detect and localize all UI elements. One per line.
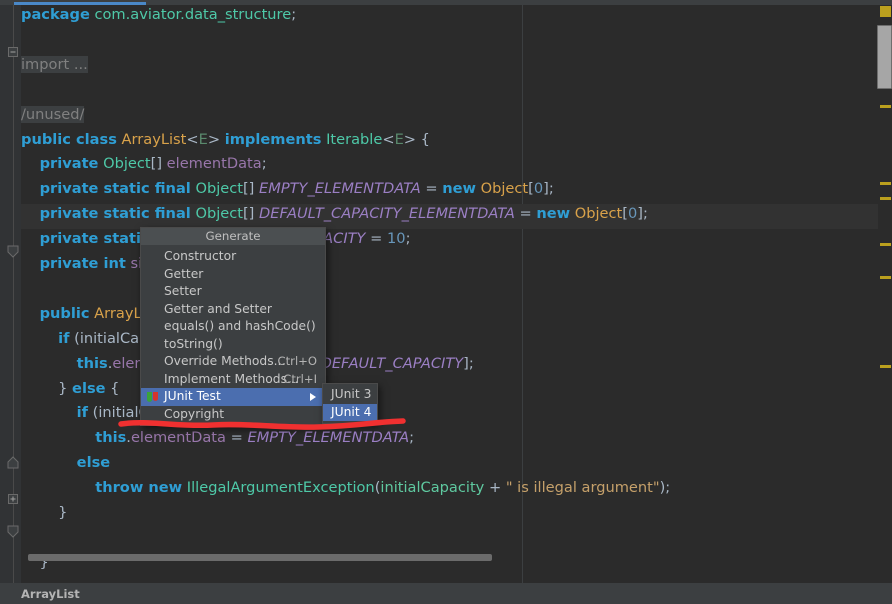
popup-menu-list: Constructor Getter Setter Getter and Setter… [141,245,325,425]
menu-item-junit-test[interactable]: JUnit Test [141,388,325,406]
junit-submenu-list: JUnit 3 JUnit 4 [323,386,377,421]
menu-item-tostring[interactable]: toString() [141,336,325,354]
code-line: public class ArrayList<E> implements Ite… [21,130,430,148]
stripe-warning-mark[interactable] [880,276,891,279]
chevron-right-icon [310,393,316,401]
junit-submenu[interactable]: JUnit 3 JUnit 4 [322,383,378,424]
stripe-warning-mark[interactable] [880,365,891,368]
code-line: /unused/ [21,105,85,123]
submenu-item-label: JUnit 3 [331,387,372,401]
menu-item-label: Getter [164,266,204,281]
stripe-warning-mark[interactable] [880,197,891,200]
code-line: private static final Object[] DEFAULT_CA… [39,205,648,223]
menu-item-getter-and-setter[interactable]: Getter and Setter [141,301,325,319]
menu-item-label: equals() and hashCode() [164,319,316,333]
stripe-warning-mark[interactable] [880,243,891,246]
menu-item-setter[interactable]: Setter [141,283,325,301]
generate-popup-menu[interactable]: Generate Constructor Getter Setter Getter a… [140,227,326,426]
horizontal-scrollbar-thumb[interactable] [28,554,492,561]
code-line: import ... [21,55,88,73]
vertical-scrollbar-thumb[interactable] [877,25,892,89]
code-editor[interactable]: package com.aviator.data_structure;impor… [0,5,892,583]
code-line: throw new IllegalArgumentException(initi… [95,479,671,497]
code-line: package com.aviator.data_structure; [21,6,297,23]
horizontal-scrollbar-track[interactable] [21,554,869,561]
stripe-warning-mark[interactable] [880,105,891,108]
fold-icon-method-3[interactable] [6,525,20,540]
status-bar: ArrayList [0,583,892,604]
popup-title: Generate [141,228,325,245]
menu-item-label: toString() [164,336,223,351]
menu-item-label: JUnit Test [164,389,221,403]
menu-item-label: Copyright [164,406,225,421]
fold-icon-method-1[interactable] [6,454,20,469]
submenu-item-junit-4[interactable]: JUnit 4 [323,403,377,421]
inspection-status-indicator[interactable] [880,6,891,17]
fold-icon-class[interactable] [6,245,20,260]
menu-item-equals-and-hashcode[interactable]: equals() and hashCode() [141,318,325,336]
submenu-item-label: JUnit 4 [331,404,372,419]
menu-item-shortcut: Ctrl+O [277,354,317,368]
menu-item-override-methods[interactable]: Override Methods... Ctrl+O [141,353,325,371]
menu-item-label: Getter and Setter [164,301,272,316]
fold-icon-import[interactable] [7,46,20,59]
code-line: private static final Object[] EMPTY_ELEM… [39,180,554,198]
code-line: this.elementData = EMPTY_ELEMENTDATA; [95,429,415,447]
code-line: private Object[] elementData; [39,155,267,173]
code-line: } [21,504,68,521]
menu-item-label: Implement Methods... [164,371,299,386]
menu-item-implement-methods[interactable]: Implement Methods... Ctrl+I [141,371,325,389]
menu-item-shortcut: Ctrl+I [283,371,317,386]
menu-item-label: Constructor [164,249,237,263]
fold-icon-method-2[interactable] [7,493,20,506]
code-line: else [76,454,111,472]
breadcrumb[interactable]: ArrayList [21,587,80,601]
stripe-warning-mark[interactable] [880,182,891,185]
error-stripe[interactable] [877,5,892,583]
menu-item-constructor[interactable]: Constructor [141,248,325,266]
menu-item-label: Override Methods... [164,354,286,368]
menu-item-getter[interactable]: Getter [141,266,325,284]
menu-item-copyright[interactable]: Copyright [141,406,325,424]
submenu-item-junit-3[interactable]: JUnit 3 [323,386,377,404]
ide-editor-window: package com.aviator.data_structure;impor… [0,0,892,604]
editor-gutter[interactable] [0,5,21,583]
menu-item-label: Setter [164,284,202,298]
junit-icon [147,391,158,402]
